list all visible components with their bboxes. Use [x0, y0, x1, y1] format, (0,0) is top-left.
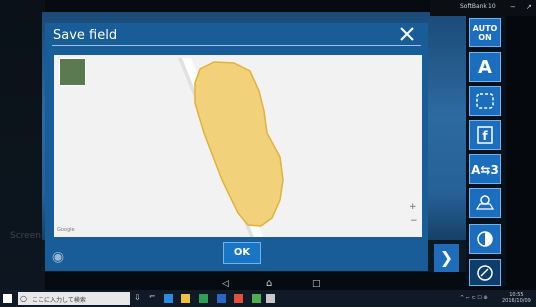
a-point-button[interactable]: A: [469, 52, 501, 82]
taskbar-search[interactable]: ○ ここに入力して検索: [18, 292, 130, 305]
chevron-right-icon: ❯: [439, 248, 454, 267]
field-boundary[interactable]: [194, 61, 284, 227]
auto-on-button[interactable]: AUTO ON: [469, 18, 501, 47]
excel-icon[interactable]: [199, 294, 208, 303]
save-field-dialog: Save field Google + − OK: [45, 23, 428, 271]
location-pin-icon: [475, 195, 495, 210]
dashed-selection-icon: [476, 93, 494, 109]
svg-text:f: f: [482, 129, 488, 143]
nav-home-icon[interactable]: ⌂: [266, 278, 272, 289]
title-divider: [52, 45, 421, 46]
edge-icon[interactable]: [164, 294, 173, 303]
zoom-in-button[interactable]: +: [409, 202, 417, 212]
compass-button[interactable]: [469, 259, 501, 286]
view-toggle-button[interactable]: ◉: [44, 244, 72, 270]
windows-taskbar: ○ ここに入力して検索 ⇩ ⌐ ^ ⌐ ⊂ ☐ ⊕ 10:55 2016/10/…: [0, 290, 536, 307]
explorer-icon[interactable]: [181, 294, 190, 303]
clock-date: 2016/10/09: [502, 298, 531, 304]
carrier-text: SoftBank: [460, 3, 487, 10]
map-background-left: [0, 0, 45, 290]
half-circle-icon: [477, 231, 493, 247]
system-tray-icons[interactable]: ^ ⌐ ⊂ ☐ ⊕: [460, 295, 488, 301]
auto-label: AUTO: [472, 24, 498, 33]
on-label: ON: [478, 33, 492, 42]
nav-recent-icon[interactable]: □: [312, 279, 321, 289]
field-map[interactable]: Google + −: [54, 55, 422, 237]
background-watermark: Screen: [10, 231, 41, 241]
search-placeholder: ここに入力して検索: [32, 297, 86, 304]
battery-text: 10: [488, 3, 496, 10]
word-icon[interactable]: [217, 294, 226, 303]
eye-icon: ◉: [51, 249, 65, 265]
close-icon: [400, 27, 414, 41]
field-map-canvas: [178, 58, 284, 237]
minimize-icon[interactable]: −: [510, 3, 516, 11]
field-plus-icon: f: [477, 126, 493, 144]
selection-button[interactable]: [469, 86, 501, 116]
location-button[interactable]: [469, 188, 501, 218]
powerpoint-icon[interactable]: [234, 294, 243, 303]
chrome-icon[interactable]: [252, 294, 261, 303]
mic-icon[interactable]: ⇩: [134, 293, 141, 302]
zoom-out-button[interactable]: −: [410, 216, 418, 226]
taskbar-clock[interactable]: 10:55 2016/10/09: [502, 292, 531, 304]
map-thumbnail[interactable]: [59, 58, 86, 86]
cortana-icon: ○: [20, 294, 27, 303]
ab-line-button[interactable]: A⇆3: [469, 154, 501, 184]
brightness-button[interactable]: [469, 224, 501, 254]
next-button[interactable]: ❯: [434, 244, 459, 272]
close-button[interactable]: [396, 25, 418, 45]
ok-button[interactable]: OK: [223, 242, 261, 264]
dialog-title: Save field: [53, 28, 118, 43]
windows-start-icon[interactable]: [3, 294, 12, 303]
field-button[interactable]: f: [469, 120, 501, 150]
app-window-icon[interactable]: [266, 294, 275, 303]
expand-icon[interactable]: ↗: [526, 3, 532, 11]
nav-back-icon[interactable]: ◁: [222, 279, 229, 289]
compass-icon: [477, 265, 493, 281]
task-view-icon[interactable]: ⌐: [149, 292, 156, 301]
app-window: Screen SoftBank 10 − ↗ Save field Google…: [0, 0, 536, 290]
android-status-bar: SoftBank 10 − ↗: [430, 0, 536, 16]
google-attribution: Google: [57, 227, 75, 233]
